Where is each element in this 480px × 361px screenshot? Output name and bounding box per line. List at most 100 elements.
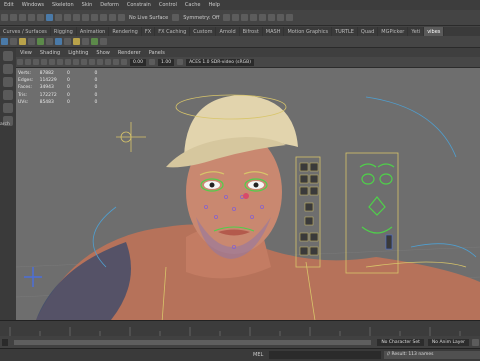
hypershade-icon[interactable]	[250, 14, 258, 21]
vp-menu-view[interactable]: View	[16, 50, 36, 56]
vp-menu-panels[interactable]: Panels	[145, 50, 169, 56]
picker-buttons[interactable]	[299, 162, 319, 256]
tab-turtle[interactable]: TURTLE	[332, 27, 358, 36]
textured-icon[interactable]	[81, 59, 87, 65]
bookmark-icon[interactable]	[25, 59, 31, 65]
tab-rendering[interactable]: Rendering	[109, 27, 142, 36]
shelf-tool-icon[interactable]	[73, 38, 80, 45]
range-slider[interactable]	[14, 339, 372, 345]
head-aim-curve[interactable]	[365, 96, 457, 158]
viewport-panel[interactable]: View Shading Lighting Show Renderer Pane…	[16, 48, 480, 320]
menu-windows[interactable]: Windows	[18, 2, 48, 8]
attribute-editor-icon[interactable]	[259, 14, 267, 21]
tool-settings-icon[interactable]	[286, 14, 294, 21]
color-management-icon[interactable]	[177, 59, 184, 65]
wireframe-icon[interactable]	[65, 59, 71, 65]
view-transform-dropdown[interactable]: ACES 1.0 SDR-video (sRGB)	[186, 58, 254, 66]
xray-icon[interactable]	[121, 59, 127, 65]
smooth-shade-icon[interactable]	[73, 59, 79, 65]
save-scene-icon[interactable]	[19, 14, 26, 21]
menu-skeleton[interactable]: Skeleton	[48, 2, 78, 8]
undo-icon[interactable]	[28, 14, 35, 21]
tab-quad[interactable]: Quad	[358, 27, 379, 36]
gamma-icon[interactable]	[149, 59, 156, 65]
menu-edit[interactable]: Edit	[0, 2, 18, 8]
magnet-icon[interactable]	[118, 14, 125, 21]
menu-skin[interactable]: Skin	[78, 2, 97, 8]
menu-help[interactable]: Help	[204, 2, 223, 8]
shelf-tool-icon[interactable]	[37, 38, 44, 45]
camera-icon[interactable]	[17, 59, 23, 65]
vp-menu-shading[interactable]: Shading	[36, 50, 64, 56]
select-tool-icon[interactable]	[3, 51, 13, 61]
tab-bifrost[interactable]: Bifrost	[240, 27, 263, 36]
film-gate-icon[interactable]	[49, 59, 55, 65]
tab-mgpicker[interactable]: MGPicker	[378, 27, 409, 36]
open-scene-icon[interactable]	[10, 14, 17, 21]
shelf-tool-icon[interactable]	[28, 38, 35, 45]
anim-layer-dropdown[interactable]: No Anim Layer	[427, 338, 469, 346]
shelf-tool-icon[interactable]	[55, 38, 62, 45]
redo-icon[interactable]	[37, 14, 44, 21]
preferences-icon[interactable]	[472, 338, 479, 346]
new-scene-icon[interactable]	[1, 14, 8, 21]
menu-control[interactable]: Control	[155, 2, 181, 8]
shelf-tool-icon[interactable]	[10, 38, 17, 45]
tab-curves-surfaces[interactable]: Curves / Surfaces	[0, 27, 51, 36]
vp-menu-lighting[interactable]: Lighting	[64, 50, 92, 56]
gamma-field[interactable]: 1.00	[158, 58, 175, 66]
tab-vibes[interactable]: vibes	[424, 27, 445, 36]
tab-motion-graphics[interactable]: Motion Graphics	[284, 27, 333, 36]
tab-yeti[interactable]: Yeti	[408, 27, 425, 36]
time-slider[interactable]	[0, 320, 480, 337]
nose-control[interactable]	[243, 193, 249, 199]
shadows-icon[interactable]	[97, 59, 103, 65]
snap-plane-icon[interactable]	[100, 14, 107, 21]
tab-rigging[interactable]: Rigging	[51, 27, 77, 36]
move-tool-icon[interactable]	[3, 90, 13, 100]
shelf-tool-icon[interactable]	[1, 38, 8, 45]
render-icon[interactable]	[223, 14, 231, 21]
symmetry-icon[interactable]	[172, 14, 180, 21]
menu-cache[interactable]: Cache	[181, 2, 205, 8]
menu-deform[interactable]: Deform	[96, 2, 123, 8]
shelf-tool-icon[interactable]	[19, 38, 26, 45]
resolution-gate-icon[interactable]	[57, 59, 63, 65]
shelf-tool-icon[interactable]	[100, 38, 107, 45]
exposure-field[interactable]: 0.00	[130, 58, 147, 66]
tab-arnold[interactable]: Arnold	[216, 27, 240, 36]
grid-icon[interactable]	[41, 59, 47, 65]
snap-grid-icon[interactable]	[73, 14, 80, 21]
tab-fx[interactable]: FX	[142, 27, 156, 36]
image-plane-icon[interactable]	[33, 59, 39, 65]
channel-box-icon[interactable]	[268, 14, 276, 21]
ipr-render-icon[interactable]	[232, 14, 240, 21]
face-picker[interactable]	[359, 163, 395, 234]
live-surface-icon[interactable]	[109, 14, 116, 21]
shelf-tool-icon[interactable]	[64, 38, 71, 45]
picker-frame-right[interactable]	[345, 152, 399, 274]
lasso-tool-icon[interactable]	[3, 64, 13, 74]
vp-menu-show[interactable]: Show	[92, 50, 114, 56]
snap-point-icon[interactable]	[91, 14, 98, 21]
symmetry-dropdown[interactable]: Symmetry: Off	[180, 15, 222, 21]
lights-icon[interactable]	[89, 59, 95, 65]
ambient-occlusion-icon[interactable]	[105, 59, 111, 65]
time-ruler[interactable]	[0, 321, 480, 337]
snap-curve-icon[interactable]	[82, 14, 89, 21]
character-set-dropdown[interactable]: No Character Set	[377, 338, 424, 346]
jaw-slider[interactable]	[385, 234, 393, 250]
script-language-toggle[interactable]: MEL	[250, 352, 266, 358]
paint-select-icon[interactable]	[3, 77, 13, 87]
object-mode-icon[interactable]	[55, 14, 62, 21]
shelf-tool-icon[interactable]	[82, 38, 89, 45]
menu-constrain[interactable]: Constrain	[123, 2, 155, 8]
rotate-tool-icon[interactable]	[3, 103, 13, 113]
hand-control[interactable]	[24, 267, 42, 287]
tab-animation[interactable]: Animation	[77, 27, 110, 36]
outliner-icon[interactable]	[277, 14, 285, 21]
tab-mash[interactable]: MASH	[263, 27, 285, 36]
select-mode-icon[interactable]	[46, 14, 53, 21]
shelf-tool-icon[interactable]	[46, 38, 53, 45]
isolate-select-icon[interactable]	[113, 59, 119, 65]
